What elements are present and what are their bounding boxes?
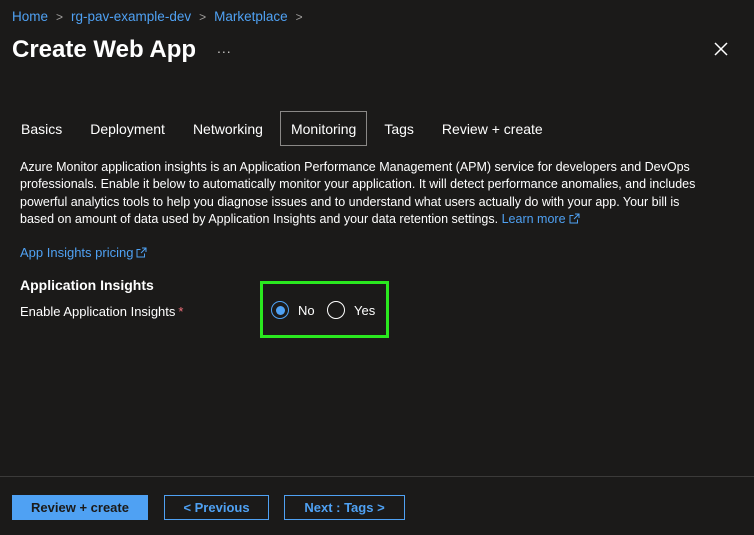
- monitoring-description: Azure Monitor application insights is an…: [20, 159, 710, 228]
- review-create-button[interactable]: Review + create: [12, 495, 148, 520]
- previous-button[interactable]: < Previous: [164, 495, 269, 520]
- section-title: Application Insights: [20, 277, 154, 293]
- footer-divider: [0, 476, 754, 477]
- breadcrumb-separator: >: [295, 9, 303, 24]
- breadcrumb-marketplace[interactable]: Marketplace: [214, 9, 288, 24]
- breadcrumb-home[interactable]: Home: [12, 9, 48, 24]
- radio-checked-icon: [271, 301, 289, 319]
- close-icon[interactable]: [712, 40, 730, 58]
- tab-networking[interactable]: Networking: [182, 111, 274, 146]
- next-tags-button[interactable]: Next : Tags >: [284, 495, 405, 520]
- breadcrumb-separator: >: [199, 9, 207, 24]
- highlight-box: No Yes: [260, 281, 389, 338]
- app-insights-pricing-link[interactable]: App Insights pricing: [20, 245, 147, 260]
- external-link-icon: [569, 213, 580, 224]
- page-title: Create Web App: [12, 36, 197, 63]
- tab-deployment[interactable]: Deployment: [79, 111, 176, 146]
- radio-no-label: No: [298, 302, 315, 318]
- tab-bar: Basics Deployment Networking Monitoring …: [10, 111, 560, 146]
- radio-yes-label: Yes: [354, 302, 376, 318]
- description-text: Azure Monitor application insights is an…: [20, 160, 696, 226]
- required-marker: *: [178, 304, 184, 319]
- tab-basics[interactable]: Basics: [10, 111, 73, 146]
- breadcrumb-resource-group[interactable]: rg-pav-example-dev: [71, 9, 191, 24]
- radio-yes[interactable]: Yes: [327, 301, 375, 319]
- radio-no[interactable]: No: [271, 301, 315, 319]
- breadcrumb: Home > rg-pav-example-dev > Marketplace …: [12, 9, 311, 24]
- breadcrumb-separator: >: [56, 9, 64, 24]
- tab-review-create[interactable]: Review + create: [431, 111, 554, 146]
- external-link-icon: [136, 247, 147, 258]
- learn-more-link[interactable]: Learn more: [502, 212, 580, 226]
- more-options-button[interactable]: ...: [217, 40, 232, 56]
- tab-monitoring[interactable]: Monitoring: [279, 111, 368, 146]
- tab-tags[interactable]: Tags: [373, 111, 425, 146]
- radio-unchecked-icon: [327, 301, 345, 319]
- enable-app-insights-label: Enable Application Insights *: [20, 304, 184, 319]
